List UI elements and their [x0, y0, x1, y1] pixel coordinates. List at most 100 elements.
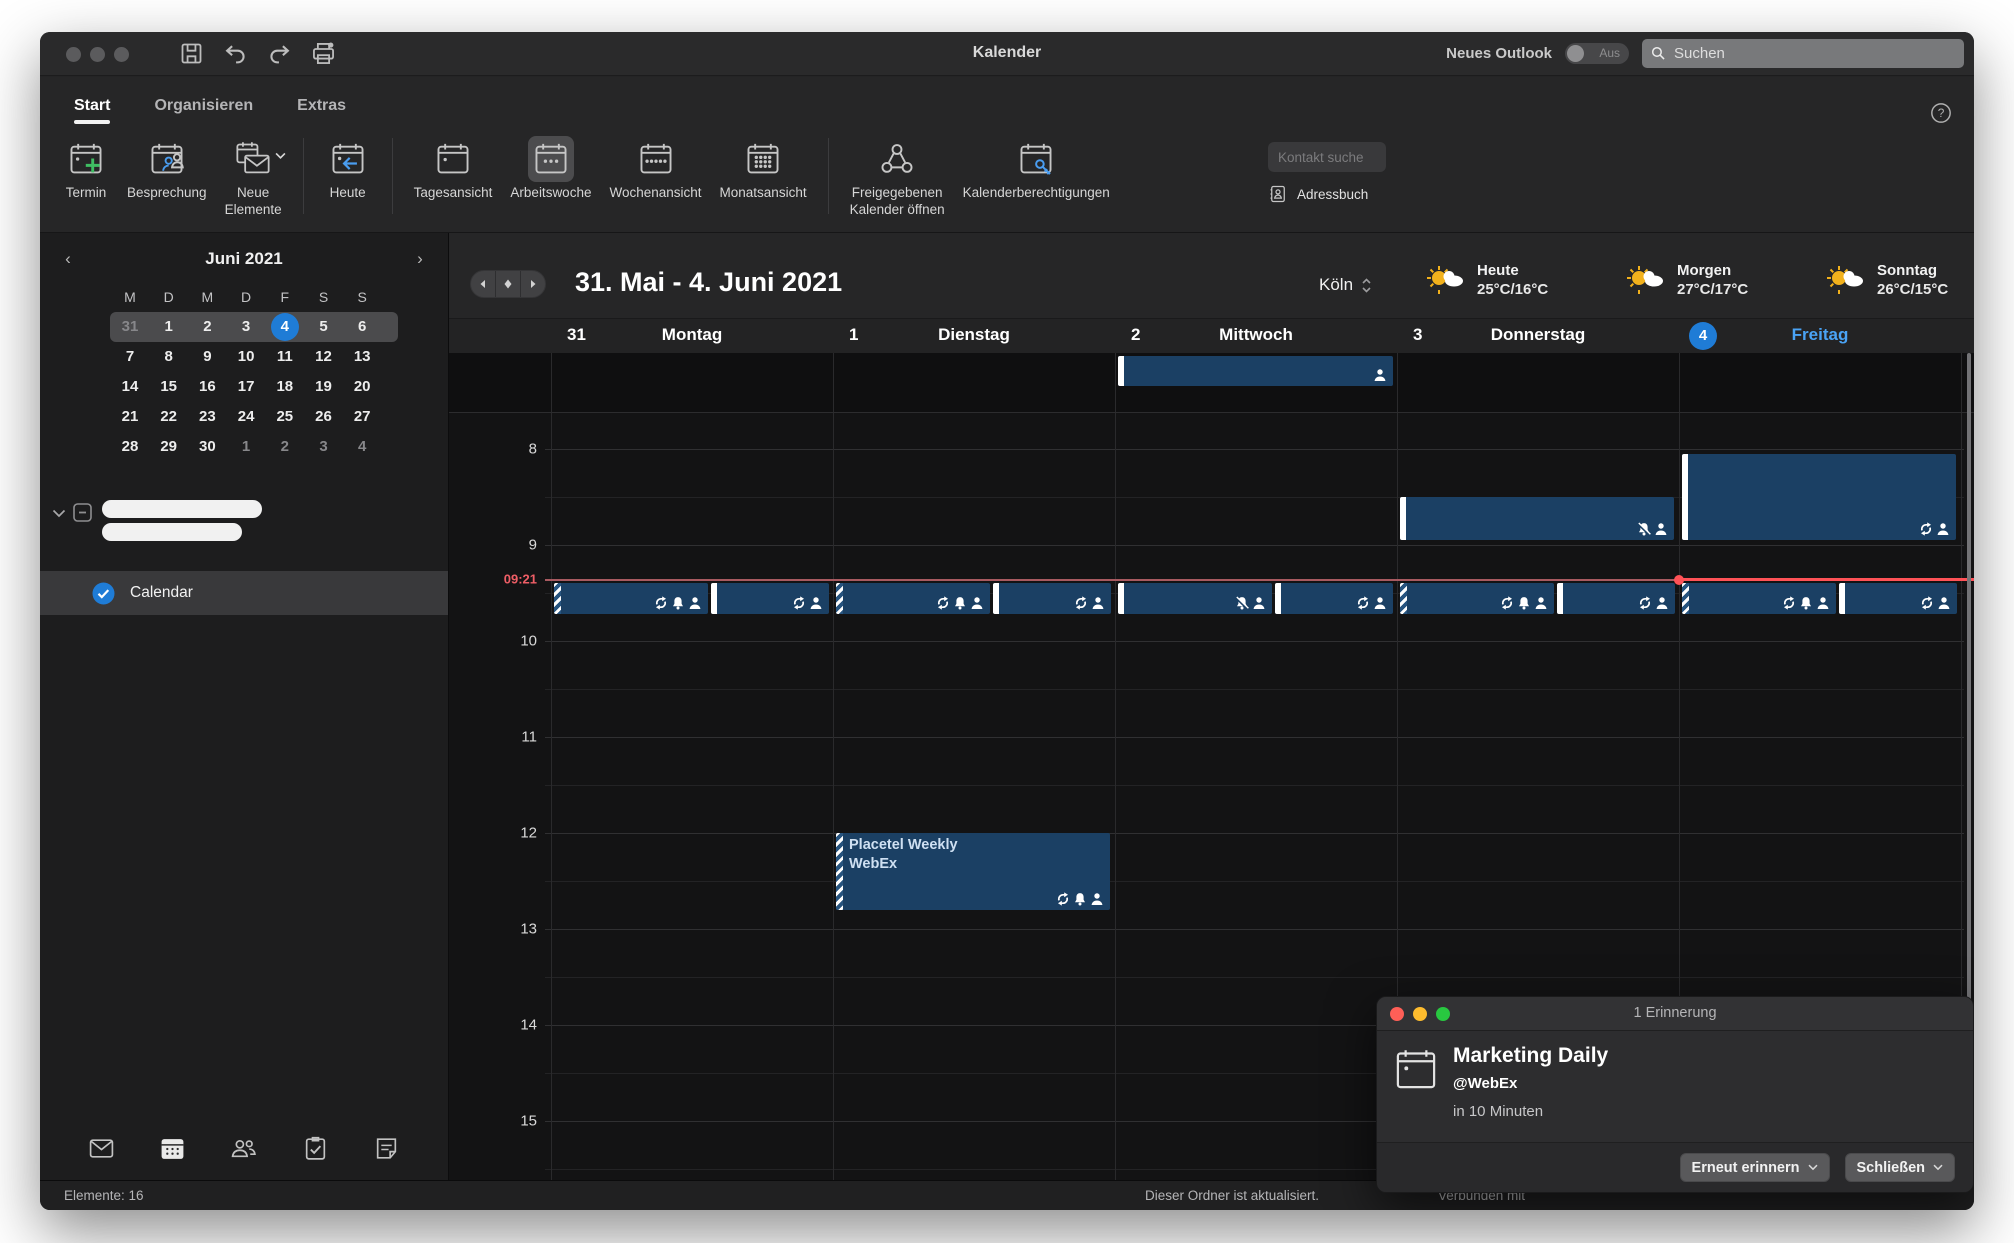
minimize-window-button[interactable]: [90, 47, 105, 62]
ribbon-button-monatsansicht[interactable]: Monatsansicht: [711, 134, 816, 204]
calendar-event[interactable]: [1118, 583, 1272, 614]
mini-calendar-day[interactable]: 3: [227, 313, 265, 341]
ribbon-button-tagesansicht[interactable]: Tagesansicht: [405, 134, 502, 204]
snooze-button[interactable]: Erneut erinnern: [1680, 1153, 1830, 1182]
chevron-down-icon[interactable]: [52, 509, 66, 518]
nav-forward-button[interactable]: [520, 271, 545, 297]
tab-start[interactable]: Start: [74, 97, 110, 124]
nav-today-button[interactable]: [495, 271, 520, 297]
all-day-event[interactable]: [1118, 356, 1393, 386]
mini-calendar-day[interactable]: 3: [305, 433, 343, 461]
people-module-icon[interactable]: [230, 1135, 257, 1162]
mini-calendar-day[interactable]: 30: [188, 433, 226, 461]
zoom-window-button[interactable]: [114, 47, 129, 62]
account-checkbox[interactable]: [73, 503, 92, 522]
new-outlook-toggle[interactable]: Aus: [1565, 43, 1629, 64]
ribbon-button-iconwrap: [874, 136, 920, 182]
tasks-module-icon[interactable]: [302, 1135, 329, 1162]
calendar-checkbox[interactable]: [92, 582, 115, 605]
mini-calendar-day[interactable]: 13: [343, 343, 381, 371]
calendar-event[interactable]: [836, 583, 990, 614]
mini-calendar-day[interactable]: 15: [150, 373, 188, 401]
calendar-event[interactable]: [1839, 583, 1957, 614]
ribbon-button-wochenansicht[interactable]: Wochenansicht: [600, 134, 710, 204]
mini-calendar-prev-button[interactable]: ‹: [60, 251, 76, 267]
all-day-row[interactable]: [449, 353, 1974, 413]
tab-extras[interactable]: Extras: [297, 97, 346, 124]
mini-calendar-day[interactable]: 9: [188, 343, 226, 371]
mini-calendar-day[interactable]: 24: [227, 403, 265, 431]
mini-calendar-day[interactable]: 11: [266, 343, 304, 371]
calendar-day-icon: [434, 140, 472, 178]
address-book-button[interactable]: Adressbuch: [1268, 184, 1386, 204]
mini-calendar-day[interactable]: 10: [227, 343, 265, 371]
calendar-event[interactable]: [1275, 583, 1393, 614]
search-input[interactable]: [1674, 45, 1956, 62]
event-placetel-weekly[interactable]: Placetel WeeklyWebEx: [836, 833, 1110, 910]
calendar-event[interactable]: [1400, 497, 1674, 540]
mini-calendar-day[interactable]: 14: [111, 373, 149, 401]
ribbon-button-arbeitswoche[interactable]: Arbeitswoche: [501, 134, 600, 204]
snooze-label: Erneut erinnern: [1692, 1160, 1800, 1176]
undo-icon[interactable]: [222, 40, 249, 67]
calendar-event[interactable]: [1682, 454, 1956, 540]
nav-back-button[interactable]: [471, 271, 495, 297]
mini-calendar-day[interactable]: 29: [150, 433, 188, 461]
mini-calendar-day[interactable]: 22: [150, 403, 188, 431]
hour-line: [545, 833, 1964, 834]
mini-calendar-day[interactable]: 25: [266, 403, 304, 431]
contact-search-field[interactable]: Kontakt suche: [1268, 142, 1386, 172]
calendar-event[interactable]: [993, 583, 1111, 614]
ribbon-button-label: Wochenansicht: [609, 185, 701, 202]
ribbon-button-termin[interactable]: Termin: [54, 134, 118, 204]
close-window-button[interactable]: [66, 47, 81, 62]
mini-calendar-day[interactable]: 12: [305, 343, 343, 371]
sidebar-item-calendar[interactable]: Calendar: [40, 571, 448, 615]
ribbon-button-kalenderberechtigungen[interactable]: Kalenderberechtigungen: [954, 134, 1119, 204]
tab-organisieren[interactable]: Organisieren: [154, 97, 253, 124]
calendar-event[interactable]: [1400, 583, 1554, 614]
mini-calendar-day[interactable]: 31: [111, 313, 149, 341]
mini-calendar-day[interactable]: 6: [343, 313, 381, 341]
mail-module-icon[interactable]: [88, 1135, 115, 1162]
notes-module-icon[interactable]: [373, 1135, 400, 1162]
mini-calendar-day[interactable]: 16: [188, 373, 226, 401]
weather-location[interactable]: Köln: [1319, 275, 1372, 295]
ribbon-button-besprechung[interactable]: Besprechung: [118, 134, 216, 204]
ribbon-button-neue[interactable]: Neue Elemente: [216, 134, 291, 221]
calendar-event[interactable]: [1557, 583, 1675, 614]
mini-calendar-day[interactable]: 1: [227, 433, 265, 461]
print-icon[interactable]: [310, 40, 337, 67]
module-switcher: [40, 1122, 448, 1174]
mini-calendar-day[interactable]: 17: [227, 373, 265, 401]
mini-calendar-day[interactable]: 28: [111, 433, 149, 461]
calendar-week-icon: [637, 140, 675, 178]
calendar-module-icon[interactable]: [159, 1135, 186, 1162]
help-icon[interactable]: ?: [1930, 102, 1952, 124]
mini-calendar-day[interactable]: 21: [111, 403, 149, 431]
mini-calendar-day[interactable]: 19: [305, 373, 343, 401]
calendar-event[interactable]: [711, 583, 829, 614]
ribbon-button-freigegebenen[interactable]: Freigegebenen Kalender öffnen: [841, 134, 954, 221]
mini-calendar-day[interactable]: 2: [188, 313, 226, 341]
mini-calendar-day[interactable]: 23: [188, 403, 226, 431]
mini-calendar-day[interactable]: 7: [111, 343, 149, 371]
calendar-event[interactable]: [1682, 583, 1836, 614]
mini-calendar-day[interactable]: 1: [150, 313, 188, 341]
mini-calendar-day-selected[interactable]: 4: [271, 313, 299, 341]
mini-calendar-day[interactable]: 26: [305, 403, 343, 431]
mini-calendar-day[interactable]: 18: [266, 373, 304, 401]
mini-calendar-next-button[interactable]: ›: [412, 251, 428, 267]
mini-calendar-day[interactable]: 4: [343, 433, 381, 461]
mini-calendar-day[interactable]: 8: [150, 343, 188, 371]
search-field[interactable]: [1642, 39, 1964, 68]
dismiss-button[interactable]: Schließen: [1845, 1153, 1956, 1182]
mini-calendar-day[interactable]: 5: [305, 313, 343, 341]
mini-calendar-day[interactable]: 2: [266, 433, 304, 461]
mini-calendar-day[interactable]: 20: [343, 373, 381, 401]
mini-calendar-day[interactable]: 27: [343, 403, 381, 431]
redo-icon[interactable]: [266, 40, 293, 67]
save-icon[interactable]: [178, 40, 205, 67]
ribbon-button-heute[interactable]: Heute: [316, 134, 380, 204]
calendar-event[interactable]: [554, 583, 708, 614]
